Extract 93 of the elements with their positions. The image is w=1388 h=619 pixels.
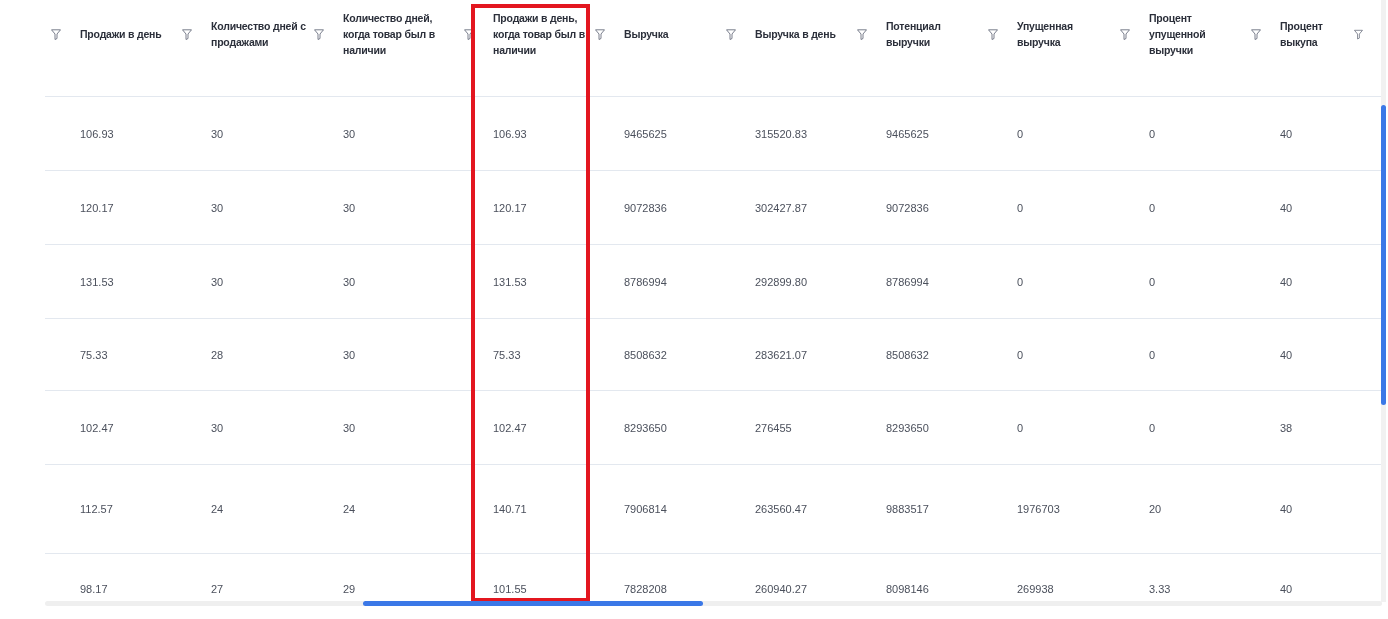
table-cell: 40 [1280,503,1293,515]
table-cell: 30 [211,275,224,288]
table-cell: 8508632 [624,348,667,361]
table-cell: 30 [343,201,356,214]
table-cell: 0 [1149,201,1156,214]
table-cell: 75.33 [80,348,108,361]
filter-icon[interactable] [595,28,605,40]
table-cell: 27 [211,582,224,595]
table-cell: 106.93 [493,127,527,140]
table-cell: 7828208 [624,582,667,595]
vertical-scrollbar[interactable] [1381,0,1386,602]
table-cell: 9465625 [624,127,667,140]
table-cell: 40 [1280,348,1293,361]
table-cell: 8508632 [886,348,929,361]
table-cell: 112.57 [80,503,113,515]
table-cell: 28 [211,348,224,361]
table-cell: 3.33 [1149,582,1171,595]
table-cell: 40 [1280,201,1293,214]
table-cell: 0 [1149,127,1156,140]
table-cell: 102.47 [493,421,527,434]
table-cell: 106.93 [80,127,114,140]
table-cell: 8098146 [886,582,929,595]
column-header: Продажи в день, когда товар был в наличии [493,11,585,58]
table-cell: 263560.47 [755,503,807,515]
filter-icon[interactable] [857,28,867,40]
table-cell: 120.17 [493,201,527,214]
table-cell: 30 [343,421,356,434]
table-cell: 24 [343,503,356,515]
table-cell: 40 [1280,582,1293,595]
table-cell: 30 [343,348,356,361]
column-header: Процент упущенной выручки [1149,11,1207,58]
filter-icon[interactable] [726,28,736,40]
filter-icon[interactable] [314,28,324,40]
column-header: Выручка в день [755,27,836,42]
table-cell: 9883517 [886,503,929,515]
column-header: Процент выкупа [1280,19,1324,50]
table-cell: 0 [1149,275,1156,288]
table-cell: 40 [1280,127,1293,140]
filter-icon[interactable] [182,28,192,40]
table-cell: 131.53 [80,275,114,288]
horizontal-scrollbar[interactable] [45,601,1382,606]
table-cell: 269938 [1017,582,1054,595]
table-cell: 8293650 [624,421,667,434]
table-cell: 8786994 [624,275,667,288]
table-cell: 0 [1149,421,1156,434]
column-header: Упущенная выручка [1017,19,1074,50]
table-cell: 1976703 [1017,503,1060,515]
table-cell: 24 [211,503,224,515]
table-cell: 9072836 [886,201,929,214]
table-cell: 0 [1149,348,1156,361]
filter-icon[interactable] [1354,28,1363,40]
table-cell: 20 [1149,503,1162,515]
table-cell: 29 [343,582,356,595]
filter-icon[interactable] [1251,28,1261,40]
table-cell: 283621.07 [755,348,807,361]
table-cell: 0 [1017,348,1024,361]
table-cell: 131.53 [493,275,527,288]
table-cell: 98.17 [80,582,108,595]
table-cell: 102.47 [80,421,114,434]
table-cell: 0 [1017,127,1024,140]
table-cell: 30 [211,201,224,214]
table-cell: 30 [211,127,224,140]
table-cell: 140.71 [493,503,527,515]
table-cell: 315520.83 [755,127,807,140]
table-cell: 8293650 [886,421,929,434]
filter-icon[interactable] [1120,28,1130,40]
table-cell: 0 [1017,275,1024,288]
table-cell: 75.33 [493,348,521,361]
column-header: Количество дней с продажами [211,19,307,50]
table-cell: 9465625 [886,127,929,140]
column-header: Продажи в день [80,27,162,42]
table-cell: 9072836 [624,201,667,214]
table-cell: 30 [211,421,224,434]
column-header: Выручка [624,27,669,42]
table-cell: 292899.80 [755,275,807,288]
table-cell: 30 [343,127,356,140]
column-header: Количество дней, когда товар был в наличии [343,11,436,58]
filter-icon[interactable] [988,28,998,40]
table-cell: 30 [343,275,356,288]
filter-icon[interactable] [464,28,474,40]
filter-icon[interactable] [51,28,61,40]
table-cell: 276455 [755,421,792,434]
table-cell: 7906814 [624,503,667,515]
table-cell: 101.55 [493,582,527,595]
table-cell: 120.17 [80,201,114,214]
table-cell: 40 [1280,275,1293,288]
table-cell: 8786994 [886,275,929,288]
table-cell: 0 [1017,421,1024,434]
table-cell: 38 [1280,421,1293,434]
table-cell: 260940.27 [755,582,807,595]
table-cell: 302427.87 [755,201,807,214]
table-cell: 0 [1017,201,1024,214]
column-header: Потенциал выручки [886,19,942,50]
